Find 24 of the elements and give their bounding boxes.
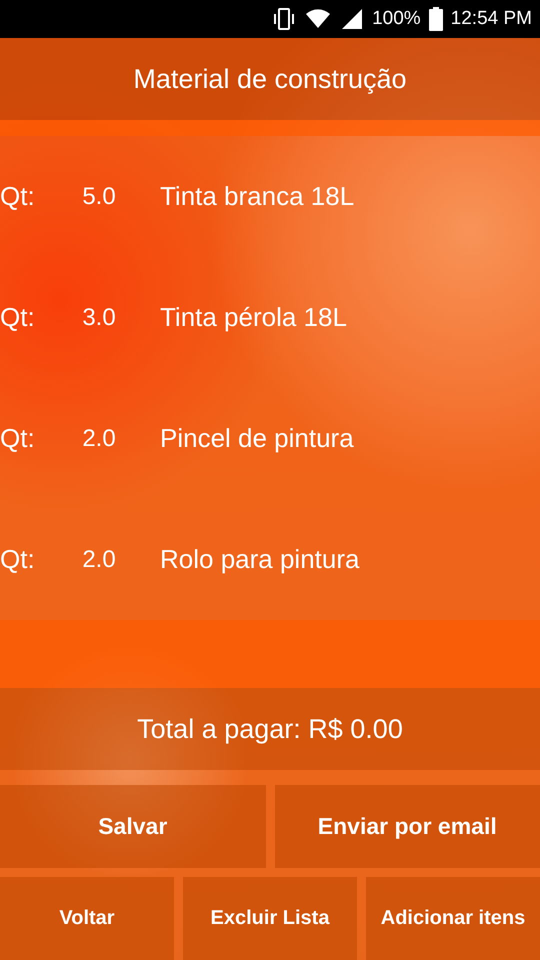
quantity-label: Qt: xyxy=(0,423,36,454)
quantity-value: 3.0 xyxy=(81,304,117,332)
quantity-value: 5.0 xyxy=(81,182,117,210)
item-name: Pincel de pintura xyxy=(159,423,355,454)
clock-time: 12:54 PM xyxy=(450,8,532,30)
battery-percentage: 100% xyxy=(372,8,421,30)
action-button[interactable]: Voltar xyxy=(0,877,174,960)
list-title: Material de construção xyxy=(133,64,407,94)
total-text: Total a pagar: R$ 0.00 xyxy=(137,714,403,744)
item-name: Tinta branca 18L xyxy=(159,181,356,212)
action-button[interactable]: Enviar por email xyxy=(274,785,540,868)
action-button[interactable]: Adicionar itens xyxy=(366,877,540,960)
quantity-value: 2.0 xyxy=(81,546,117,574)
signal-icon xyxy=(340,7,364,31)
item-name: Rolo para pintura xyxy=(159,544,360,575)
battery-icon xyxy=(428,7,443,31)
quantity-label: Qt: xyxy=(0,181,36,212)
action-button[interactable]: Excluir Lista xyxy=(183,877,357,960)
item-name: Tinta pérola 18L xyxy=(159,302,348,333)
quantity-label: Qt: xyxy=(0,544,36,575)
action-button[interactable]: Salvar xyxy=(0,785,266,868)
quantity-value: 2.0 xyxy=(81,424,117,452)
phone-vibrate-icon xyxy=(272,7,296,31)
quantity-label: Qt: xyxy=(0,302,36,333)
